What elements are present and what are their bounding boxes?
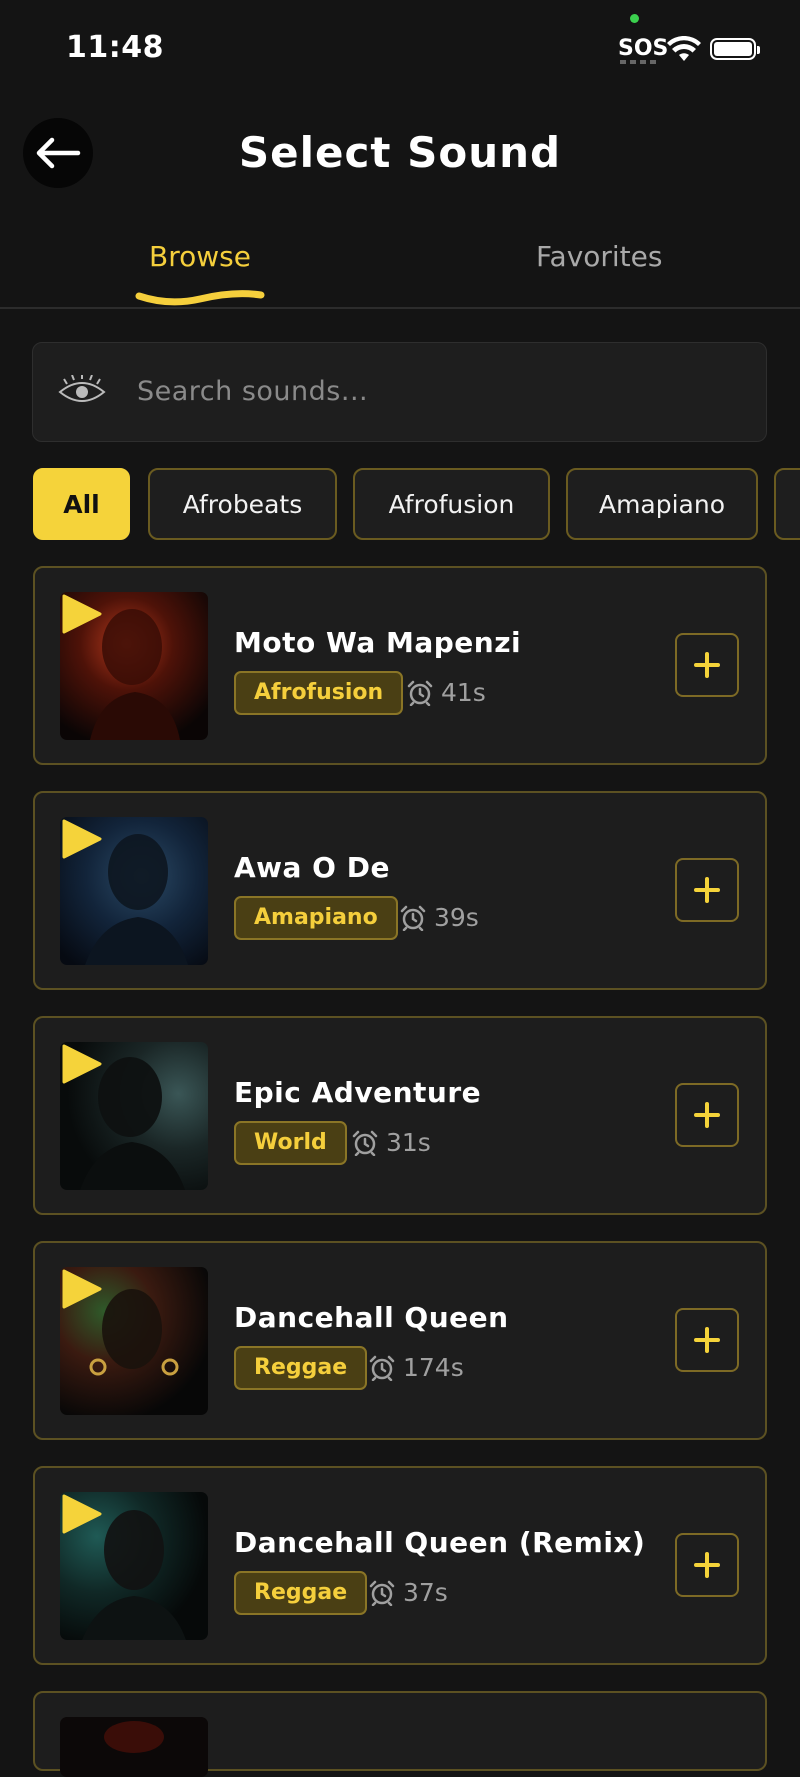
sound-thumbnail[interactable] — [60, 1717, 208, 1777]
play-icon[interactable] — [60, 1267, 104, 1311]
sound-title: Moto Wa Mapenzi — [234, 626, 522, 659]
status-time: 11:48 — [66, 30, 164, 65]
sound-card[interactable]: Dancehall Queen (Remix) Reggae 37s — [33, 1466, 767, 1665]
tab-browse[interactable]: Browse — [149, 240, 251, 273]
alarm-clock-icon — [407, 680, 433, 706]
alarm-clock-icon — [352, 1130, 378, 1156]
sound-card[interactable] — [33, 1691, 767, 1777]
duration-text: 39s — [434, 903, 479, 932]
play-icon[interactable] — [60, 592, 104, 636]
sound-title: Dancehall Queen (Remix) — [234, 1526, 646, 1559]
duration-text: 37s — [403, 1578, 448, 1607]
genre-badge: Reggae — [234, 1571, 368, 1615]
sound-card[interactable]: Moto Wa Mapenzi Afrofusion 41s — [33, 566, 767, 765]
alarm-clock-icon — [369, 1355, 395, 1381]
sound-duration: 41s — [407, 678, 486, 707]
sound-card[interactable]: Awa O De Amapiano 39s — [33, 791, 767, 990]
filter-chip-all[interactable]: All — [33, 468, 130, 540]
filter-chip-afrobeats[interactable]: Afrobeats — [148, 468, 337, 540]
signal-icon — [620, 60, 656, 64]
tab-divider — [0, 307, 800, 309]
search-input[interactable]: Search sounds... — [32, 342, 767, 442]
duration-text: 174s — [403, 1353, 464, 1382]
privacy-indicator — [630, 14, 639, 23]
genre-badge: Reggae — [234, 1346, 368, 1390]
play-icon[interactable] — [60, 1042, 104, 1086]
sound-title: Epic Adventure — [234, 1076, 482, 1109]
alarm-clock-icon — [369, 1580, 395, 1606]
tab-favorites[interactable]: Favorites — [536, 240, 662, 273]
add-sound-button[interactable] — [675, 1083, 739, 1147]
page-title: Select Sound — [238, 128, 562, 177]
sound-thumbnail[interactable] — [60, 1267, 208, 1415]
genre-badge: Amapiano — [234, 896, 398, 940]
eye-icon — [58, 375, 106, 402]
sound-thumbnail[interactable] — [60, 1042, 208, 1190]
carrier-label: SOS — [618, 36, 669, 61]
sound-thumbnail[interactable] — [60, 592, 208, 740]
add-sound-button[interactable] — [675, 633, 739, 697]
sound-thumbnail[interactable] — [60, 817, 208, 965]
sound-card[interactable]: Epic Adventure World 31s — [33, 1016, 767, 1215]
plus-icon — [694, 652, 720, 678]
filter-chip-amapiano[interactable]: Amapiano — [566, 468, 758, 540]
duration-text: 31s — [386, 1128, 431, 1157]
genre-badge: Afrofusion — [234, 671, 404, 715]
genre-filter-bar: All Afrobeats Afrofusion Amapiano — [33, 468, 800, 542]
genre-badge: World — [234, 1121, 347, 1165]
plus-icon — [694, 877, 720, 903]
sound-title: Awa O De — [234, 851, 390, 884]
alarm-clock-icon — [400, 905, 426, 931]
sound-card[interactable]: Dancehall Queen Reggae 174s — [33, 1241, 767, 1440]
sound-duration: 39s — [400, 903, 479, 932]
status-bar: 11:48 SOS — [0, 0, 800, 100]
duration-text: 41s — [441, 678, 486, 707]
sound-duration: 174s — [369, 1353, 464, 1382]
play-icon[interactable] — [60, 817, 104, 861]
plus-icon — [694, 1552, 720, 1578]
plus-icon — [694, 1102, 720, 1128]
sound-duration: 31s — [352, 1128, 431, 1157]
search-placeholder: Search sounds... — [137, 376, 369, 407]
add-sound-button[interactable] — [675, 1533, 739, 1597]
sound-thumbnail[interactable] — [60, 1492, 208, 1640]
add-sound-button[interactable] — [675, 1308, 739, 1372]
wifi-icon — [667, 36, 701, 61]
sound-title: Dancehall Queen — [234, 1301, 509, 1334]
filter-chip-afrofusion[interactable]: Afrofusion — [353, 468, 550, 540]
sound-duration: 37s — [369, 1578, 448, 1607]
filter-chip-more[interactable] — [774, 468, 800, 540]
play-icon[interactable] — [60, 1492, 104, 1536]
add-sound-button[interactable] — [675, 858, 739, 922]
plus-icon — [694, 1327, 720, 1353]
battery-icon — [710, 38, 760, 60]
